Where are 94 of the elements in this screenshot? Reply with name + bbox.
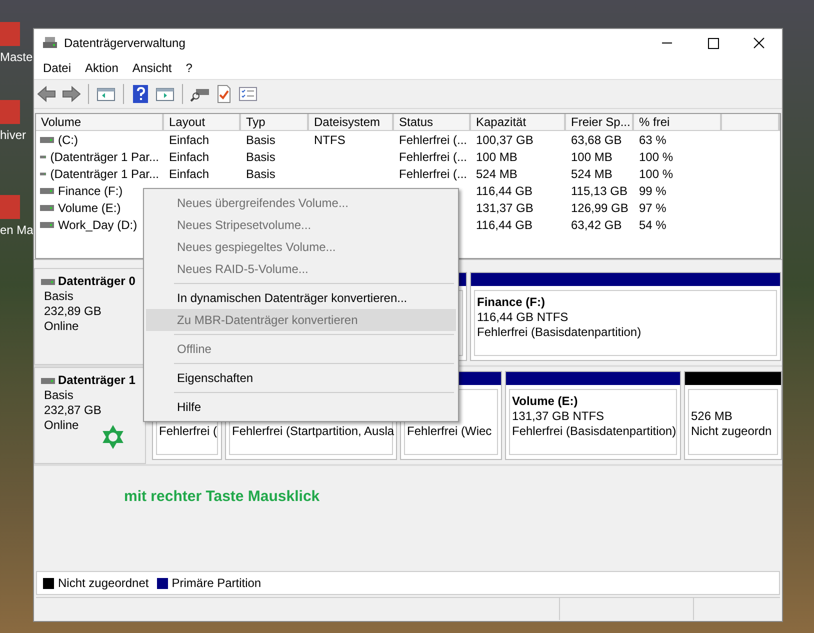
legend-label: Primäre Partition [172,576,262,590]
table-cell: (Datenträger 1 Par... [50,150,159,164]
menu-item[interactable]: ? [178,59,200,77]
partition-name: Finance (F:) [477,295,545,309]
help-icon[interactable] [131,84,151,104]
column-header[interactable]: Dateisystem [309,114,394,131]
table-cell: 115,13 GB [571,184,628,198]
column-header[interactable]: Volume [36,114,164,131]
disk-status: Online [44,319,80,334]
table-cell: Fehlerfrei (... [399,166,468,180]
menu-item[interactable]: Datei [36,59,78,77]
table-cell: Fehlerfrei (... [399,132,468,146]
column-header[interactable]: Freier Sp... [566,114,634,131]
table-cell: 54 % [639,218,666,232]
partition-size: 131,37 GB NTFS [512,409,604,423]
disk-type: Basis [44,289,74,304]
disk-type: Basis [44,388,74,403]
desktop-icon-label[interactable]: Maste [0,50,33,64]
column-header[interactable]: % frei [634,114,722,131]
table-cell: 524 MB [571,166,612,180]
column-header[interactable]: Status [394,114,471,131]
table-cell: Einfach [169,166,210,180]
table-cell: 100 MB [571,150,612,164]
table-cell: 524 MB [476,166,518,180]
table-cell: (Datenträger 1 Par... [50,166,159,180]
star-icon [100,424,126,450]
partition-block[interactable]: Volume (E:) 131,37 GB NTFS Fehlerfrei (Basisdatenpartition) [505,371,681,460]
table-cell: Basis [246,166,276,180]
table-cell: 100 % [639,166,674,180]
table-cell: Fehlerfrei (... [399,150,468,164]
table-cell: Volume (E:) [58,200,121,214]
table-cell: 131,37 GB [476,200,534,214]
table-cell: Einfach [169,132,210,146]
drive-icon [40,136,54,144]
table-cell: Work_Day (D:) [58,218,138,232]
drive-icon [41,278,55,286]
table-cell: 97 % [639,200,666,214]
partition-status: Fehlerfrei (Wiec [407,424,492,438]
table-cell: Finance (F:) [58,184,123,198]
disk-name: Datenträger 1 [58,373,136,388]
forward-icon[interactable] [61,85,81,103]
table-cell: Basis [246,150,276,164]
table-cell: 100 % [639,150,674,164]
partition-status: Fehlerfrei (Basisdatenpartition) [477,325,642,339]
list-icon[interactable] [238,85,258,103]
partition-status: Fehlerfrei (Startpartition, Ausla [232,424,394,438]
partition-status: Nicht zugeordn [691,424,772,438]
column-header[interactable]: Layout [164,114,241,131]
partition-size: 526 MB [691,409,732,423]
context-menu-item[interactable]: Eigenschaften [146,367,456,389]
table-cell: 100,37 GB [476,132,534,146]
context-menu-item[interactable]: Hilfe [146,396,456,418]
table-cell: (C:) [58,132,78,146]
partition-name: Volume (E:) [512,394,578,408]
disk-info-panel[interactable]: Datenträger 1 Basis 232,87 GB Online [34,367,146,464]
menu-item[interactable]: Ansicht [125,59,179,77]
table-cell: Basis [246,132,276,146]
drive-icon [40,186,54,194]
annotation-text: mit rechter Taste Mausklick [124,488,320,505]
partition-size: 116,44 GB NTFS [477,310,568,324]
drive-icon [40,152,46,160]
panel-icon[interactable] [96,85,116,103]
drive-icon [40,170,46,178]
legend-label: Nicht zugeordnet [58,576,149,590]
desktop-icon-label[interactable]: en Ma [0,223,33,237]
disk-name: Datenträger 0 [58,274,136,289]
menu-item[interactable]: Aktion [78,59,126,77]
table-cell: 63,42 GB [571,218,622,232]
desktop-icon-label[interactable]: hiver [0,128,33,142]
drive-icon [40,204,54,212]
partition-block[interactable]: 526 MB Nicht zugeordn [684,371,782,460]
drive-icon [42,36,58,50]
column-header[interactable]: Kapazität [471,114,566,131]
table-cell: 100 MB [476,150,518,164]
column-header[interactable]: Typ [241,114,309,131]
table-cell: 63 % [639,132,666,146]
panel-icon[interactable] [155,85,175,103]
table-cell: NTFS [314,132,346,146]
table-cell: Einfach [169,150,210,164]
table-cell: 116,44 GB [476,218,532,232]
partition-status: Fehlerfrei ( [159,424,218,438]
table-cell: 63,68 GB [571,132,622,146]
drive-icon [41,376,55,384]
drive-icon [40,220,54,228]
partition-block[interactable]: Finance (F:) 116,44 GB NTFS Fehlerfrei (Basisdatenpartition) [470,272,781,361]
disk-size: 232,87 GB [44,403,102,418]
window-title: Datenträgerverwaltung [64,36,186,50]
table-cell: 99 % [639,184,666,198]
back-icon[interactable] [37,85,57,103]
disk-status: Online [44,418,80,433]
partition-status: Fehlerfrei (Basisdatenpartition) [512,424,676,438]
table-cell: 116,44 GB [476,184,532,198]
table-cell: 126,99 GB [571,200,628,214]
disk-size: 232,89 GB [44,304,102,319]
